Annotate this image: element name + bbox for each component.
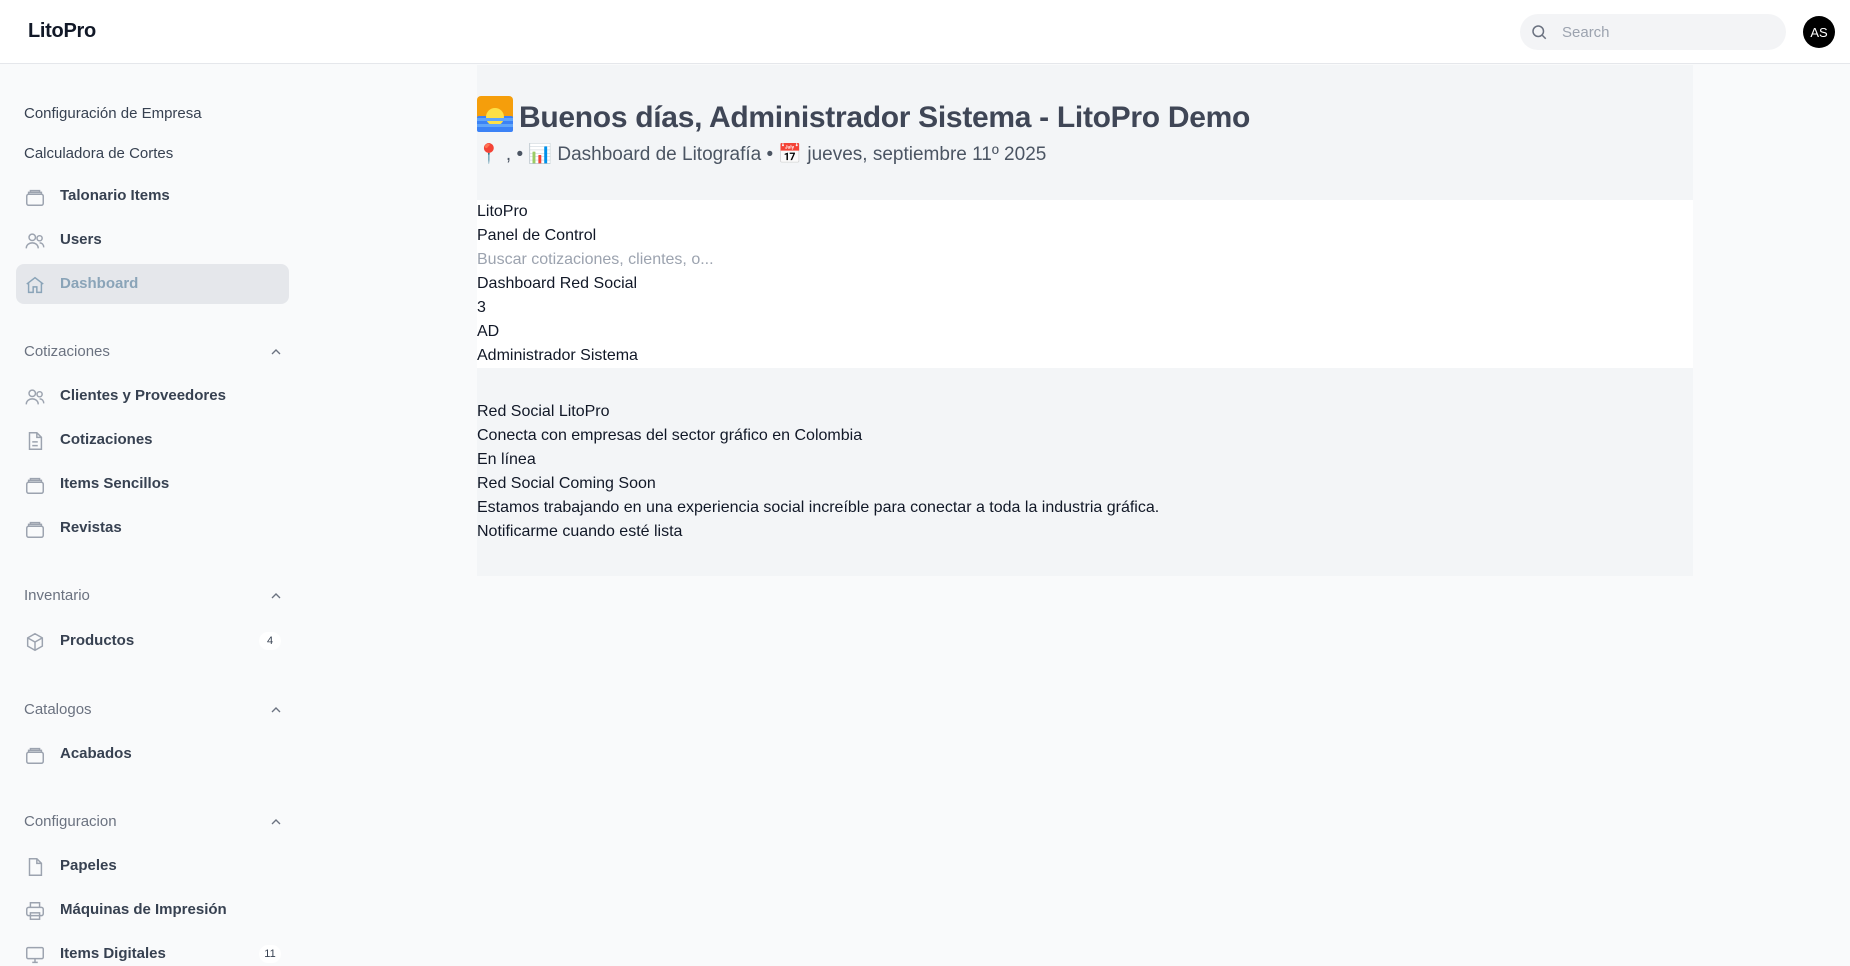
stack-icon: [26, 477, 44, 494]
document-icon: [28, 432, 43, 450]
sidebar-item-items-sencillos[interactable]: Items Sencillos: [16, 464, 289, 504]
page-title: Buenos días, Administrador Sistema - Lit…: [477, 96, 1250, 135]
search-input[interactable]: [1562, 14, 1772, 50]
sidebar-item-clientes-proveedores[interactable]: Clientes y Proveedores: [16, 376, 289, 416]
home-icon: [26, 276, 44, 294]
count-badge: 11: [259, 945, 281, 963]
sidebar-group-cotizaciones[interactable]: Cotizaciones: [24, 340, 284, 364]
sidebar-item-papeles[interactable]: Papeles: [16, 846, 289, 886]
cube-icon: [26, 632, 44, 652]
count-badge: 4: [259, 632, 281, 650]
user-avatar[interactable]: AS: [1803, 16, 1835, 48]
panel-brand[interactable]: LitoPro: [477, 203, 528, 221]
sidebar-group-inventario[interactable]: Inventario: [24, 584, 284, 608]
sidebar-group-configuracion[interactable]: Configuracion: [24, 810, 284, 834]
user-initials[interactable]: AD: [477, 323, 499, 341]
sidebar-group-label: Cotizaciones: [24, 343, 110, 360]
sidebar-item-label: Máquinas de Impresión: [60, 901, 227, 918]
monitor-icon: [26, 946, 44, 964]
sidebar-item-revistas[interactable]: Revistas: [16, 508, 289, 548]
search-icon: [1532, 25, 1547, 40]
sidebar: Configuración de Empresa Calculadora de …: [0, 65, 300, 966]
panel-title: Panel de Control: [477, 227, 597, 244]
control-panel: [477, 200, 1693, 368]
sidebar-item-items-digitales[interactable]: Items Digitales 11: [16, 934, 289, 966]
sidebar-item-dashboard[interactable]: Dashboard: [16, 264, 289, 304]
stack-icon: [26, 521, 44, 538]
document-icon: [28, 858, 43, 876]
sidebar-item-label: Talonario Items: [60, 187, 170, 204]
sidebar-item-acabados[interactable]: Acabados: [16, 734, 289, 774]
coming-soon-message: Estamos trabajando en una experiencia so…: [477, 499, 1160, 516]
social-title: Red Social LitoPro: [477, 403, 610, 420]
user-name[interactable]: Administrador Sistema: [477, 347, 638, 365]
chevron-up-icon[interactable]: [268, 588, 284, 604]
sidebar-item-label: Clientes y Proveedores: [60, 387, 226, 404]
users-icon: [25, 389, 45, 405]
chevron-up-icon[interactable]: [268, 702, 284, 718]
top-bar: LitoPro AS: [0, 0, 1850, 64]
sidebar-item-cotizaciones[interactable]: Cotizaciones: [16, 420, 289, 460]
online-status: En línea: [477, 451, 536, 468]
coming-soon-title: Red Social Coming Soon: [477, 475, 656, 492]
sidebar-item-label: Productos: [60, 632, 135, 649]
page-subtitle: 📍 , • 📊 Dashboard de Litografía • 📅 juev…: [477, 144, 1047, 165]
sidebar-item-label: Items Digitales: [60, 945, 166, 962]
sidebar-item-productos[interactable]: Productos 4: [16, 621, 289, 661]
sidebar-item-label: Papeles: [60, 857, 117, 874]
printer-icon: [26, 902, 44, 920]
sidebar-item-label: Acabados: [60, 745, 132, 762]
sidebar-group-label: Inventario: [24, 587, 90, 604]
sunrise-icon: [477, 96, 513, 132]
sidebar-group-label: Catalogos: [24, 701, 92, 718]
sidebar-item-label: Revistas: [60, 519, 122, 536]
social-dashboard-link[interactable]: Dashboard Red Social: [477, 275, 637, 293]
chevron-up-icon[interactable]: [268, 344, 284, 360]
social-section: [477, 368, 1693, 576]
stack-icon: [26, 189, 44, 206]
sidebar-item-maquinas-impresion[interactable]: Máquinas de Impresión: [16, 890, 289, 930]
panel-search-input[interactable]: [477, 249, 713, 271]
sidebar-group-label: Configuracion: [24, 813, 117, 830]
sidebar-link-calculadora-cortes[interactable]: Calculadora de Cortes: [24, 145, 173, 162]
users-icon: [25, 233, 45, 249]
chevron-up-icon[interactable]: [268, 814, 284, 830]
brand-logo[interactable]: LitoPro: [28, 20, 96, 43]
sidebar-item-label: Dashboard: [60, 275, 139, 292]
sidebar-item-users[interactable]: Users: [16, 220, 289, 260]
notification-count[interactable]: 3: [477, 299, 486, 317]
sidebar-item-talonario-items[interactable]: Talonario Items: [16, 176, 289, 216]
sidebar-item-label: Cotizaciones: [60, 431, 153, 448]
sidebar-group-catalogos[interactable]: Catalogos: [24, 698, 284, 722]
greeting-text: Buenos días, Administrador Sistema - Lit…: [519, 101, 1250, 134]
sidebar-item-label: Items Sencillos: [60, 475, 170, 492]
notify-button[interactable]: Notificarme cuando esté lista: [477, 523, 682, 541]
global-search[interactable]: [1520, 14, 1786, 50]
stack-icon: [26, 747, 44, 764]
sidebar-link-configuracion-empresa[interactable]: Configuración de Empresa: [24, 105, 202, 122]
sidebar-item-label: Users: [60, 231, 102, 248]
social-description: Conecta con empresas del sector gráfico …: [477, 427, 863, 444]
